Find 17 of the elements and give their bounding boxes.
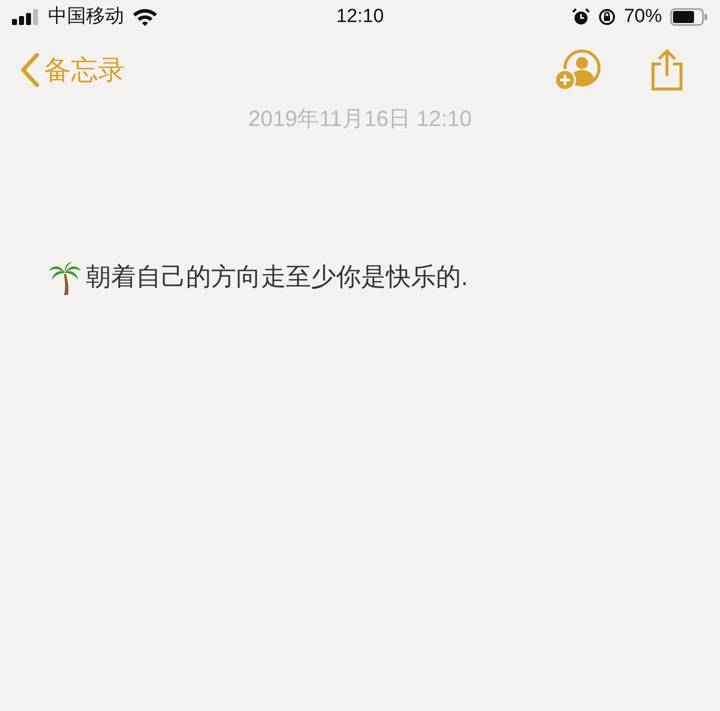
wifi-icon [132,7,158,27]
clock-time: 12:10 [336,4,384,29]
rotation-lock-icon [598,8,616,26]
add-person-icon [554,48,602,92]
battery-percent: 70% [624,4,662,29]
palm-tree-icon [48,260,82,296]
share-icon [650,49,684,91]
alarm-clock-icon [572,8,590,26]
back-button[interactable]: 备忘录 [20,50,125,90]
note-date: 2019年11月16日 12:10 [248,105,472,133]
chevron-left-icon [20,52,40,88]
signal-icon [12,9,40,25]
carrier-name: 中国移动 [48,4,124,29]
note-text: 朝着自己的方向走至少你是快乐的. [86,262,468,293]
add-person-button[interactable] [554,48,602,92]
share-button[interactable] [650,49,684,91]
battery-icon [670,8,708,26]
